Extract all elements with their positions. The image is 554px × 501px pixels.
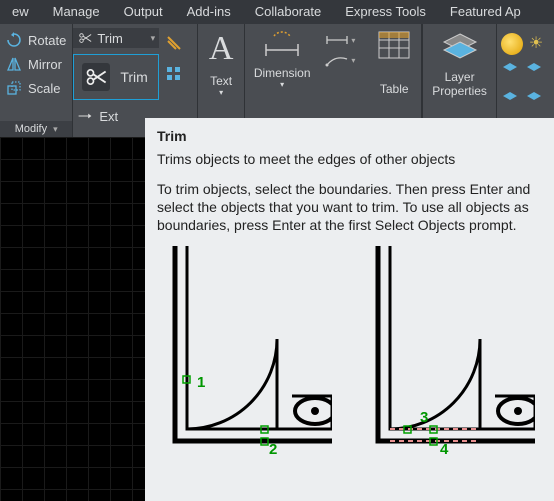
leader-button[interactable]: ▾: [319, 50, 367, 70]
lightbulb-icon[interactable]: [501, 33, 523, 55]
mirror-label: Mirror: [28, 57, 62, 72]
callout-4: 4: [440, 441, 448, 458]
scissors-icon: [82, 63, 110, 91]
table-icon: [377, 30, 411, 60]
tooltip-summary: Trims objects to meet the edges of other…: [157, 150, 542, 168]
callout-2: 2: [269, 441, 277, 458]
menu-view[interactable]: ew: [0, 0, 41, 24]
layer-properties-button[interactable]: Layer Properties: [423, 30, 495, 98]
callout-3: 3: [420, 409, 428, 426]
menu-addins[interactable]: Add-ins: [175, 0, 243, 24]
linear-icon: [325, 33, 349, 47]
trim-label: Trim: [97, 31, 123, 46]
rotate-icon: [6, 32, 22, 48]
figure-after: 3 4: [360, 246, 535, 456]
extend-icon: [77, 108, 93, 124]
linear-dim-button[interactable]: ▾: [319, 30, 367, 50]
panel-modify: Rotate Mirror Scale Modify: [0, 24, 73, 137]
trim-dropdown-label: Trim: [120, 69, 147, 85]
draworder-icon: [165, 34, 183, 52]
chevron-down-icon: ▾: [198, 88, 244, 97]
tooltip-illustration: 1 2 3 4: [157, 246, 542, 456]
layer-stack-icon[interactable]: [525, 61, 543, 84]
dimension-icon: [262, 30, 302, 62]
scale-label: Scale: [28, 81, 61, 96]
chevron-down-icon: ▾: [245, 80, 319, 89]
layers-icon: [440, 30, 480, 64]
extend-label: Ext: [99, 109, 118, 124]
mirror-button[interactable]: Mirror: [6, 52, 66, 76]
scale-button[interactable]: Scale: [6, 76, 66, 100]
menubar: ew Manage Output Add-ins Collaborate Exp…: [0, 0, 554, 24]
layer-stack-icon[interactable]: [501, 61, 519, 84]
array-button[interactable]: [159, 61, 197, 92]
leader-icon: [325, 53, 349, 67]
layer-stack-icon[interactable]: [525, 90, 543, 113]
tooltip-body: To trim objects, select the boundaries. …: [157, 180, 542, 234]
trim-dropdown-item[interactable]: Trim: [73, 54, 159, 100]
rotate-button[interactable]: Rotate: [6, 28, 66, 52]
draworder-button[interactable]: [159, 30, 197, 61]
text-button[interactable]: A Text ▾: [198, 32, 244, 97]
panel-title-modify[interactable]: Modify: [0, 121, 72, 137]
chevron-down-icon: ▾: [151, 33, 156, 44]
mirror-icon: [6, 56, 22, 72]
sun-icon[interactable]: ☀: [529, 33, 543, 55]
tooltip-title: Trim: [157, 128, 542, 144]
tooltip-trim: Trim Trims objects to meet the edges of …: [145, 118, 554, 501]
menu-output[interactable]: Output: [112, 0, 175, 24]
menu-featured-apps[interactable]: Featured Ap: [438, 0, 533, 24]
figure-before: 1 2: [157, 246, 332, 456]
trim-split-button[interactable]: Trim ▾: [73, 28, 159, 48]
table-button[interactable]: Table: [367, 30, 421, 96]
chevron-down-icon: [51, 123, 58, 135]
callout-1: 1: [197, 374, 205, 391]
menu-express-tools[interactable]: Express Tools: [333, 0, 438, 24]
layer-stack-icon[interactable]: [501, 90, 519, 113]
dimension-button[interactable]: Dimension ▾: [245, 30, 319, 89]
menu-collaborate[interactable]: Collaborate: [243, 0, 334, 24]
scissors-icon: [77, 30, 93, 46]
rotate-label: Rotate: [28, 33, 66, 48]
scale-icon: [6, 80, 22, 96]
menu-manage[interactable]: Manage: [41, 0, 112, 24]
array-icon: [165, 65, 183, 83]
text-icon: A: [198, 32, 244, 66]
